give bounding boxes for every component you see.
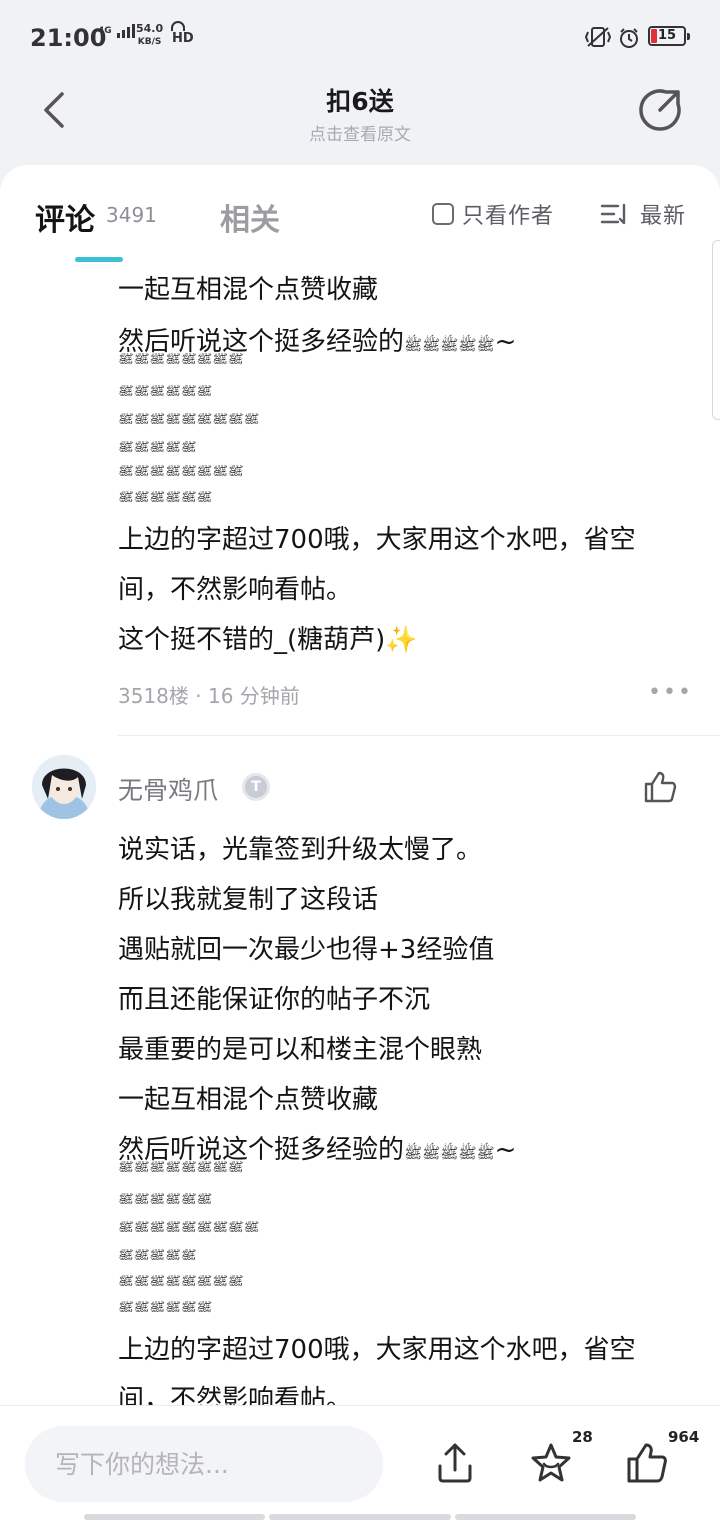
decorative-glyph-row: ﷺﷺﷺﷺﷺﷺﷺﷺ — [118, 1161, 244, 1175]
network-speed: 54.0 KB/S — [136, 23, 163, 48]
comment-like-button[interactable] — [642, 769, 678, 805]
alarm-icon — [620, 28, 638, 48]
decorative-glyph-row: ﷺﷺﷺﷺﷺﷺ — [118, 385, 213, 399]
wifi-icon — [171, 21, 185, 31]
battery-level: 15 — [658, 28, 677, 43]
battery-fill — [651, 29, 657, 43]
comment-text-line: 上边的字超过700哦，大家用这个水吧，省空 — [118, 1335, 636, 1365]
post-header: 扣6送 点击查看原文 — [0, 72, 720, 167]
bottom-action-bar: 28 964 — [0, 1405, 720, 1520]
share-button[interactable] — [636, 86, 684, 134]
scroll-indicator[interactable] — [712, 240, 720, 420]
active-tab-indicator — [75, 257, 123, 262]
comment-text-line: 说实话，光靠签到升级太慢了。 — [118, 835, 483, 865]
status-bar: 21:00 4G 54.0 KB/S HD 15 — [0, 0, 720, 72]
username[interactable]: 无骨鸡爪 — [118, 771, 218, 807]
user-level-badge: T — [242, 773, 270, 801]
decorative-glyph-row: ﷺﷺﷺﷺﷺﷺﷺﷺﷺ — [118, 413, 260, 427]
battery-icon: 15 — [648, 26, 690, 46]
speed-value: 54.0 — [136, 22, 164, 35]
only-author-toggle[interactable]: 只看作者 — [432, 200, 555, 229]
vibrate-icon — [584, 27, 612, 47]
status-time: 21:00 — [30, 24, 107, 52]
decorative-glyph-row: ﷺﷺﷺﷺﷺﷺﷺﷺﷺ — [118, 1221, 260, 1235]
decorative-glyph-row: ﷺﷺﷺﷺﷺﷺﷺﷺ — [118, 465, 244, 479]
decorative-glyph-row: ﷺﷺﷺﷺﷺﷺ — [118, 1193, 213, 1207]
decorative-glyph: ﷺﷺﷺﷺﷺ — [404, 336, 497, 354]
divider — [118, 735, 720, 736]
tab-related[interactable]: 相关 — [220, 195, 280, 239]
comment-text-line: 所以我就复制了这段话 — [118, 885, 379, 915]
user-avatar-image — [32, 755, 96, 819]
share-post-button[interactable] — [432, 1440, 478, 1486]
comment-text-line: 间，不然影响看帖。 — [118, 575, 353, 605]
decorative-glyph-row: ﷺﷺﷺﷺﷺﷺ — [118, 1301, 213, 1315]
floor-and-time: 3518楼 · 16 分钟前 — [118, 684, 300, 708]
comment-tabs: 评论 3491 相关 只看作者 最新 — [0, 165, 720, 262]
decorative-glyph-row: ﷺﷺﷺﷺﷺﷺ — [118, 491, 213, 505]
thumbs-up-icon — [644, 771, 677, 803]
comment-text-line: 而且还能保证你的帖子不沉 — [118, 985, 431, 1015]
hd-indicator: HD — [172, 31, 194, 46]
tab-comments[interactable]: 评论 — [35, 195, 95, 239]
sort-label: 最新 — [640, 204, 687, 229]
page-title[interactable]: 扣6送 — [0, 82, 720, 118]
only-author-label: 只看作者 — [462, 204, 555, 229]
avatar[interactable] — [32, 755, 96, 819]
only-author-checkbox[interactable] — [432, 203, 454, 225]
comment-text-line: 遇贴就回一次最少也得+3经验值 — [118, 935, 495, 965]
network-type: 4G — [98, 26, 112, 36]
decorative-glyph-row: ﷺﷺﷺﷺﷺﷺﷺﷺ — [118, 353, 244, 367]
decorative-glyph-row: ﷺﷺﷺﷺﷺ — [118, 441, 197, 455]
signal-icon — [116, 24, 135, 38]
more-options-button[interactable]: ••• — [648, 680, 693, 705]
decorative-glyph-row: ﷺﷺﷺﷺﷺﷺﷺﷺ — [118, 1275, 244, 1289]
reply-input[interactable] — [25, 1426, 383, 1502]
favorite-button[interactable] — [528, 1440, 574, 1486]
comment-text-line: 最重要的是可以和楼主混个眼熟 — [118, 1035, 483, 1065]
decorative-glyph: ﷺﷺﷺﷺﷺ — [404, 1144, 497, 1162]
comment-text-line: 一起互相混个点赞收藏 — [118, 275, 379, 305]
comment-text-line: 间，不然影响看帖。 — [118, 1385, 353, 1405]
sort-button[interactable]: 最新 — [600, 200, 687, 229]
decorative-glyph-row: ﷺﷺﷺﷺﷺ — [118, 1249, 197, 1263]
gesture-bar — [84, 1514, 636, 1520]
battery-tip — [687, 33, 690, 40]
comments-count: 3491 — [106, 203, 157, 227]
view-original-link[interactable]: 点击查看原文 — [0, 120, 720, 145]
comment-text-line: 这个挺不错的_(糖葫芦)✨ — [118, 625, 418, 655]
tilde: ~ — [494, 327, 517, 357]
network-indicator: 4G — [98, 24, 136, 38]
upload-share-icon — [438, 1443, 472, 1483]
star-icon — [531, 1443, 571, 1482]
like-post-button[interactable] — [624, 1440, 670, 1486]
comment-text-line: 上边的字超过700哦，大家用这个水吧，省空 — [118, 525, 636, 555]
comments-card: 评论 3491 相关 只看作者 最新 一起互相混个点赞收藏 然后听说这个挺多经验… — [0, 165, 720, 1405]
thumbs-up-icon — [627, 1443, 667, 1483]
like-count: 964 — [668, 1428, 700, 1446]
tilde: ~ — [494, 1135, 517, 1165]
comment-text-line: 一起互相混个点赞收藏 — [118, 1085, 379, 1115]
sort-icon — [600, 203, 626, 225]
speed-unit: KB/S — [137, 37, 162, 47]
favorite-count: 28 — [572, 1428, 593, 1446]
